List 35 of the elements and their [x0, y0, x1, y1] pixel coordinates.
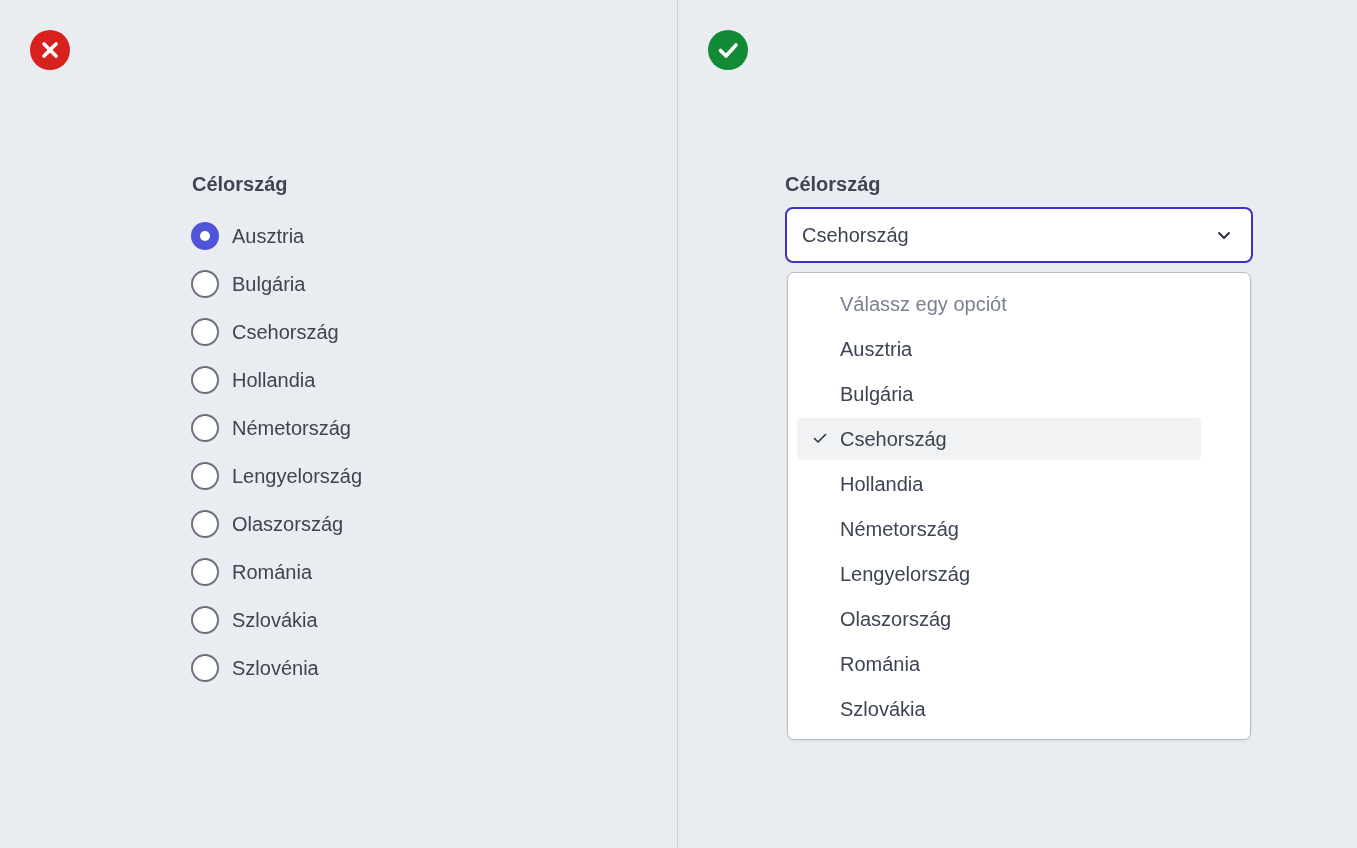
radio-label[interactable]: Románia	[232, 560, 313, 584]
radio-button[interactable]	[191, 606, 219, 634]
radio-button[interactable]	[191, 654, 219, 682]
dropdown-option[interactable]: Olaszország	[797, 598, 1201, 640]
field-label: Célország	[192, 172, 289, 196]
radio-button[interactable]	[191, 366, 219, 394]
dropdown-option[interactable]: Bulgária	[797, 373, 1201, 415]
check-icon	[813, 433, 827, 444]
dropdown-option[interactable]: Válassz egy opciót	[797, 283, 1201, 325]
radio-button[interactable]	[191, 510, 219, 538]
radio-label[interactable]: Németország	[232, 416, 351, 440]
radio-label[interactable]: Ausztria	[232, 224, 305, 248]
radio-label[interactable]: Hollandia	[232, 368, 316, 392]
radio-label[interactable]: Szlovákia	[232, 608, 318, 632]
radio-label[interactable]: Olaszország	[232, 512, 344, 536]
radio-button[interactable]	[191, 414, 219, 442]
select-field[interactable]: Csehország	[785, 207, 1253, 263]
chevron-down-icon	[1217, 230, 1231, 240]
field-label: Célország	[785, 172, 882, 196]
radio-button[interactable]	[191, 270, 219, 298]
dropdown-option[interactable]: Hollandia	[797, 463, 1201, 505]
dropdown-option[interactable]: Lengyelország	[797, 553, 1201, 595]
dropdown-option[interactable]: Ausztria	[797, 328, 1201, 370]
radio-label[interactable]: Bulgária	[232, 272, 306, 296]
radio-label[interactable]: Lengyelország	[232, 464, 363, 488]
dropdown-option[interactable]: Németország	[797, 508, 1201, 550]
dropdown-option[interactable]: Csehország	[797, 418, 1201, 460]
radio-button[interactable]	[191, 222, 219, 250]
radio-label[interactable]: Csehország	[232, 320, 339, 344]
radio-button[interactable]	[191, 558, 219, 586]
radio-label[interactable]: Szlovénia	[232, 656, 319, 680]
dropdown-option[interactable]: Románia	[797, 643, 1201, 685]
radio-button[interactable]	[191, 318, 219, 346]
dropdown-option[interactable]: Szlovákia	[797, 688, 1201, 730]
radio-button[interactable]	[191, 462, 219, 490]
